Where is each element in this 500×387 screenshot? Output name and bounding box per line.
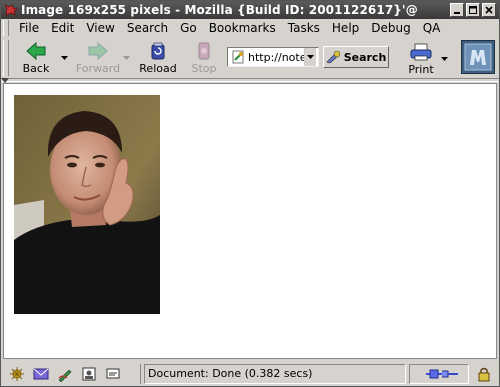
status-bar: Document: Done (0.382 secs) [1, 361, 499, 386]
search-button[interactable]: Search [323, 46, 389, 68]
component-bar [1, 363, 141, 384]
stop-button[interactable]: Stop [181, 39, 227, 77]
menu-bookmarks[interactable]: Bookmarks [203, 20, 282, 36]
security-lock-button[interactable] [469, 364, 499, 384]
back-history-dropdown[interactable] [59, 39, 69, 77]
navigator-icon [10, 366, 24, 381]
chat-button[interactable] [101, 364, 125, 384]
print-label: Print [408, 63, 434, 76]
menu-file[interactable]: File [13, 20, 45, 36]
search-label: Search [343, 50, 387, 64]
chevron-down-icon [60, 56, 68, 60]
address-book-button[interactable] [77, 364, 101, 384]
menu-tasks[interactable]: Tasks [282, 20, 326, 36]
url-input[interactable]: http://noteb [248, 51, 304, 64]
close-icon [485, 6, 493, 14]
mozilla-throbber-logo[interactable] [461, 40, 495, 74]
composer-button[interactable] [53, 364, 77, 384]
status-text: Document: Done (0.382 secs) [148, 367, 313, 380]
url-bar[interactable]: http://noteb [227, 47, 319, 67]
forward-history-dropdown[interactable] [121, 39, 131, 77]
navigator-button[interactable] [5, 364, 29, 384]
menubar-grip[interactable] [3, 20, 9, 36]
status-text-panel: Document: Done (0.382 secs) [144, 363, 406, 384]
menu-bar: File Edit View Search Go Bookmarks Tasks… [1, 19, 499, 37]
minimize-icon [454, 12, 460, 14]
browser-window: Image 169x255 pixels - Mozilla {Build ID… [0, 0, 500, 387]
window-title: Image 169x255 pixels - Mozilla {Build ID… [21, 3, 418, 17]
mail-button[interactable] [29, 364, 53, 384]
lock-icon [478, 367, 490, 381]
maximize-icon [469, 6, 477, 14]
menu-go[interactable]: Go [174, 20, 203, 36]
menu-qa[interactable]: QA [417, 20, 447, 36]
menu-debug[interactable]: Debug [365, 20, 416, 36]
back-button[interactable]: Back [13, 39, 59, 77]
forward-button[interactable]: Forward [75, 39, 121, 77]
toolbar-grip[interactable] [3, 40, 9, 76]
online-plug-icon [426, 369, 458, 378]
close-button[interactable] [482, 3, 496, 17]
title-bar[interactable]: Image 169x255 pixels - Mozilla {Build ID… [1, 1, 499, 19]
url-history-dropdown[interactable] [304, 48, 316, 66]
mail-icon [33, 368, 49, 379]
composer-pen-icon [58, 369, 72, 382]
chat-icon [106, 368, 120, 378]
toolbar-separator [1, 78, 499, 82]
print-button[interactable]: Print [403, 40, 439, 78]
menu-edit[interactable]: Edit [45, 20, 80, 36]
forward-label: Forward [75, 62, 121, 75]
chevron-down-icon [440, 57, 448, 61]
security-panel[interactable] [409, 363, 469, 384]
minimize-button[interactable] [450, 3, 464, 17]
menu-view[interactable]: View [80, 20, 120, 36]
stop-label: Stop [191, 62, 217, 75]
menu-search[interactable]: Search [121, 20, 174, 36]
forward-arrow-icon [88, 41, 108, 61]
print-dropdown[interactable] [439, 40, 449, 78]
reload-icon [151, 42, 165, 60]
menu-help[interactable]: Help [326, 20, 365, 36]
back-arrow-icon [26, 41, 46, 61]
portrait-photo [14, 95, 160, 314]
address-book-icon [82, 367, 96, 380]
reload-button[interactable]: Reload [135, 39, 181, 77]
printer-icon [410, 43, 432, 61]
page-proxy-icon[interactable] [230, 49, 246, 65]
stop-icon [198, 42, 210, 60]
chevron-down-icon [122, 56, 130, 60]
search-icon [326, 50, 341, 64]
maximize-button[interactable] [466, 3, 480, 17]
chevron-down-icon [307, 55, 314, 59]
mozilla-m-icon [464, 43, 492, 71]
reload-label: Reload [139, 62, 177, 75]
mozilla-app-icon[interactable] [4, 3, 18, 17]
page-content [3, 83, 497, 359]
back-label: Back [22, 62, 50, 75]
